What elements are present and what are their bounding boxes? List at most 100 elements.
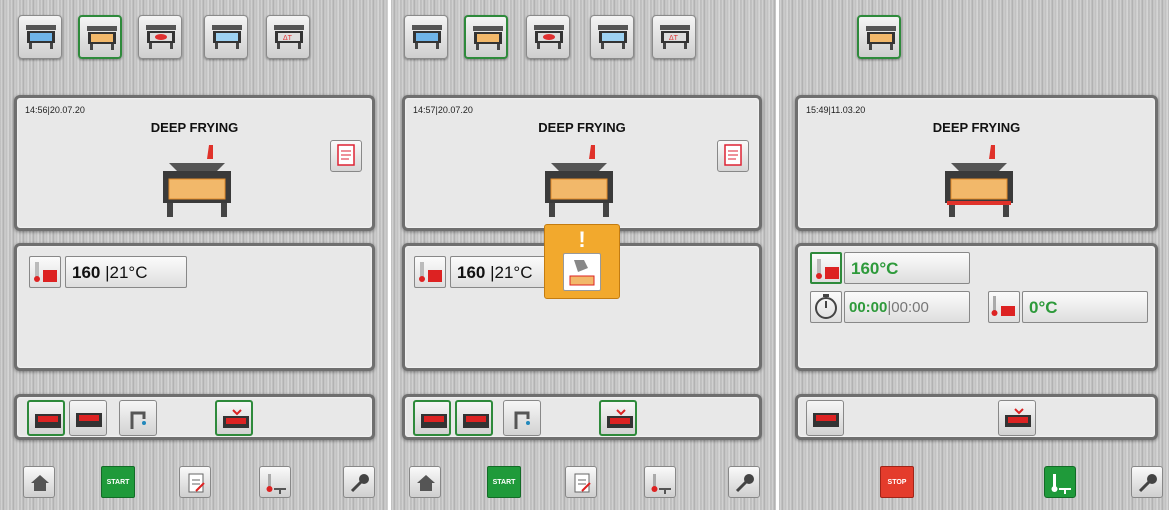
stirring-icon <box>1005 408 1031 427</box>
svg-text:ΔT: ΔT <box>283 35 293 42</box>
warning-popup[interactable]: ! <box>544 224 620 299</box>
status-panel: 160°C 00:00|00:00 0°C <box>795 243 1158 371</box>
lid-button[interactable] <box>69 400 107 436</box>
wrench-icon <box>350 474 369 493</box>
process-panel: 14:56|20.07.20 DEEP FRYING <box>14 95 375 231</box>
mode-water-button[interactable] <box>204 15 248 59</box>
recipe-document-button[interactable] <box>330 140 362 172</box>
program-title: DEEP FRYING <box>932 120 1021 135</box>
core-temp-button[interactable] <box>644 466 676 498</box>
meat-pan-icon <box>534 25 564 49</box>
mode-deep-frying-button[interactable] <box>464 15 508 59</box>
core-temp-setpoint-button[interactable] <box>988 291 1020 323</box>
stop-button[interactable]: STOP <box>880 466 914 498</box>
home-icon <box>417 475 435 491</box>
temperature-readout: 160°C <box>844 252 970 284</box>
thermometer-icon <box>419 262 442 282</box>
mode-deep-frying-button[interactable] <box>857 15 901 59</box>
temperature-readout: 160 |21°C <box>65 256 187 288</box>
temperature-setpoint-button[interactable] <box>414 256 446 288</box>
mode-boiling-button[interactable] <box>404 15 448 59</box>
wrench-icon <box>735 474 754 493</box>
start-button[interactable]: START <box>101 466 135 498</box>
timer-elapsed: 00:00 <box>849 299 888 316</box>
deep-frying-icon <box>866 26 896 50</box>
tilting-pan-icon <box>35 414 61 428</box>
recipe-document-button[interactable] <box>717 140 749 172</box>
mode-meat-button[interactable] <box>138 15 182 59</box>
mode-meat-button[interactable] <box>526 15 570 59</box>
core-probe-icon <box>651 474 671 494</box>
process-panel: 15:49|11.03.20 DEEP FRYING <box>795 95 1158 231</box>
temperature-setpoint: 160 <box>72 263 101 282</box>
service-button[interactable] <box>728 466 760 498</box>
meat-pan-icon <box>146 25 176 49</box>
mode-delta-t-button[interactable]: ΔT <box>652 15 696 59</box>
program-title: DEEP FRYING <box>538 120 626 135</box>
stirring-button[interactable] <box>215 400 253 436</box>
temperature-panel: 160 |21°C <box>14 243 375 371</box>
svg-text:ΔT: ΔT <box>669 35 679 42</box>
home-button[interactable] <box>409 466 441 498</box>
start-button[interactable]: START <box>487 466 521 498</box>
stirring-button[interactable] <box>599 400 637 436</box>
recipe-button[interactable] <box>179 466 211 498</box>
water-pan-icon <box>212 25 242 49</box>
boiling-pan-icon <box>412 25 442 49</box>
wrench-icon <box>1138 474 1157 493</box>
screen-3: 15:49|11.03.20 DEEP FRYING 160°C 00:00|0… <box>779 0 1169 510</box>
temperature-actual: |21°C <box>105 263 148 282</box>
tilting-pan-icon <box>813 413 839 427</box>
water-tap-button[interactable] <box>119 400 157 436</box>
datetime: 14:57|20.07.20 <box>413 105 473 115</box>
timer-button[interactable] <box>810 291 842 323</box>
service-button[interactable] <box>1131 466 1163 498</box>
thermometer-icon <box>816 259 839 279</box>
stopwatch-icon <box>815 294 837 319</box>
screen-2: ΔT 14:57|20.07.20 DEEP FRYING 160 |21°C … <box>391 0 776 510</box>
core-probe-icon <box>1051 474 1071 494</box>
deep-frying-icon <box>87 26 117 50</box>
mode-boiling-button[interactable] <box>18 15 62 59</box>
frying-pan-illustration <box>945 145 1013 217</box>
core-probe-icon <box>266 474 286 494</box>
water-tap-icon <box>130 411 146 429</box>
stirring-button[interactable] <box>998 400 1036 436</box>
function-bar <box>402 394 762 440</box>
tilt-pan-button[interactable] <box>413 400 451 436</box>
clipboard-icon <box>188 473 205 493</box>
lid-button[interactable] <box>455 400 493 436</box>
water-pan-icon <box>598 25 628 49</box>
core-temperature: 0°C <box>1029 298 1058 317</box>
temperature-setpoint-button[interactable] <box>29 256 61 288</box>
stirring-icon <box>223 409 249 428</box>
tilt-pan-button[interactable] <box>27 400 65 436</box>
core-temp-button[interactable] <box>1044 466 1076 498</box>
function-bar <box>795 394 1158 440</box>
function-bar <box>14 394 375 440</box>
datetime: 15:49|11.03.20 <box>806 105 866 115</box>
temperature-setpoint-button[interactable] <box>810 252 842 284</box>
mode-delta-t-button[interactable]: ΔT <box>266 15 310 59</box>
recipe-button[interactable] <box>565 466 597 498</box>
clipboard-icon <box>574 473 591 493</box>
tilting-pan-icon <box>421 414 447 428</box>
add-oil-warning <box>563 253 601 291</box>
mode-deep-frying-button[interactable] <box>78 15 122 59</box>
mode-water-button[interactable] <box>590 15 634 59</box>
core-temp-button[interactable] <box>259 466 291 498</box>
core-temp-readout: 0°C <box>1022 291 1148 323</box>
pan-lid-icon <box>76 413 102 427</box>
tilt-pan-button[interactable] <box>806 400 844 436</box>
temperature-actual: |21°C <box>490 263 533 282</box>
service-button[interactable] <box>343 466 375 498</box>
screen-1: ΔT 14:56|20.07.20 DEEP FRYING 160 |21°C <box>0 0 388 510</box>
core-probe-icon <box>991 296 1015 316</box>
boiling-pan-icon <box>26 25 56 49</box>
document-icon <box>337 144 355 166</box>
water-tap-button[interactable] <box>503 400 541 436</box>
home-button[interactable] <box>23 466 55 498</box>
datetime: 14:56|20.07.20 <box>25 105 85 115</box>
pour-oil-icon <box>569 260 595 286</box>
program-title: DEEP FRYING <box>150 120 239 135</box>
